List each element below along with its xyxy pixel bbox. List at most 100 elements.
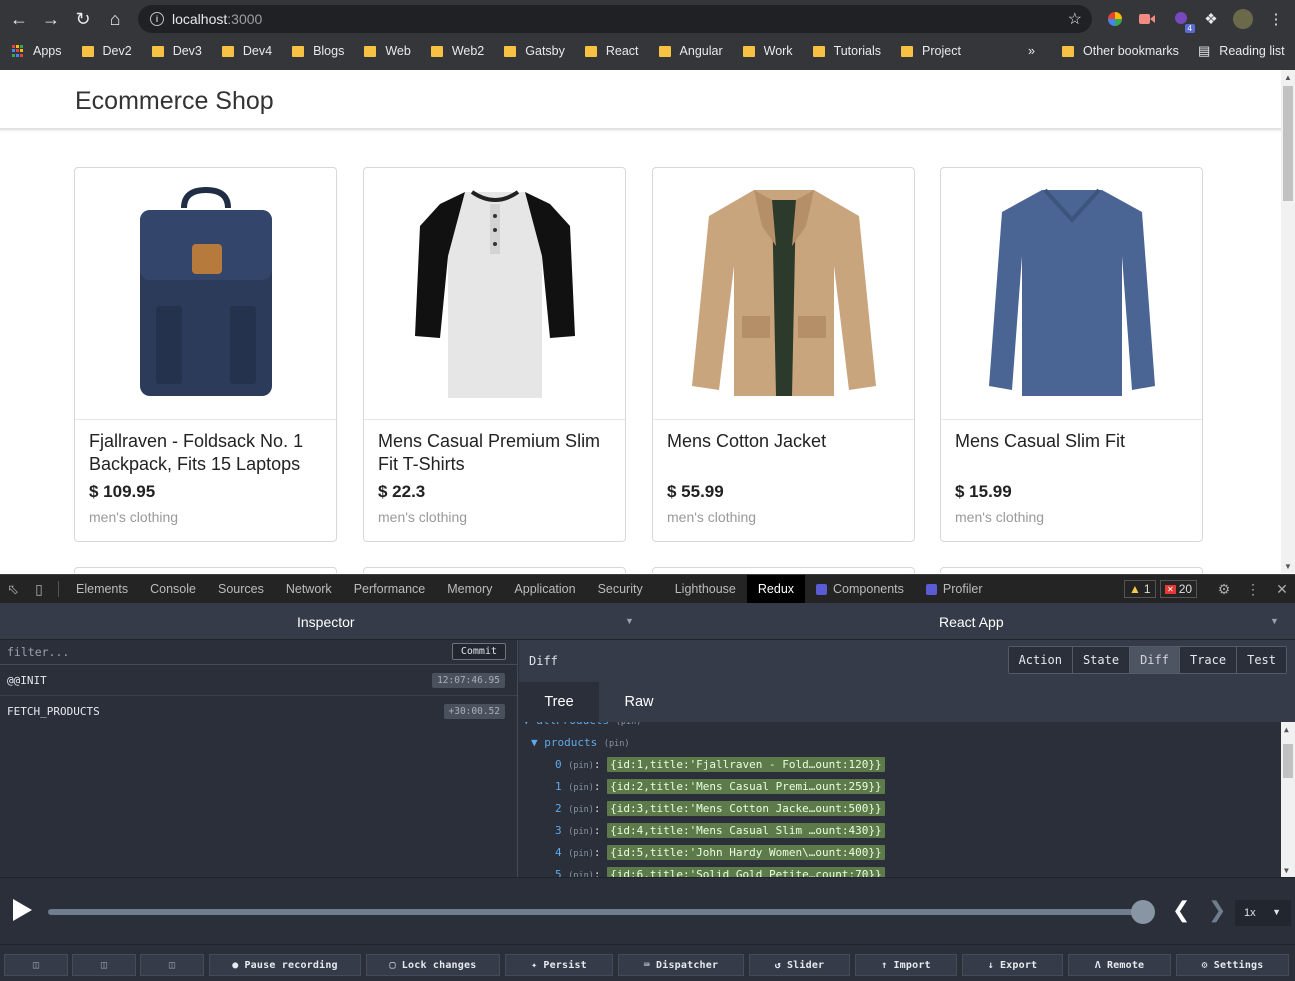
pause-recording-button[interactable]: ● Pause recording bbox=[209, 954, 361, 976]
redux-extension-icon[interactable]: 4 bbox=[1171, 9, 1195, 33]
tab-network[interactable]: Network bbox=[275, 575, 343, 604]
device-toolbar-icon[interactable]: ▯ bbox=[26, 575, 52, 604]
address-bar[interactable]: i localhost:3000 ☆ bbox=[138, 5, 1092, 33]
scrollbar-thumb[interactable] bbox=[1283, 86, 1293, 201]
tab-tree[interactable]: Tree bbox=[519, 682, 599, 722]
step-forward-icon[interactable]: ❯ bbox=[1208, 898, 1226, 923]
bookmark-folder[interactable]: Tutorials bbox=[812, 44, 881, 58]
video-extension-icon[interactable] bbox=[1137, 9, 1157, 29]
tree-node[interactable]: ▼ products (pin) bbox=[531, 736, 629, 749]
tab-components[interactable]: Components bbox=[805, 575, 915, 604]
tree-row[interactable]: 2 (pin): {id:3,title:'Mens Cotton Jacke…… bbox=[555, 801, 885, 816]
scrollbar-thumb[interactable] bbox=[1283, 744, 1293, 778]
inspector-select[interactable]: Inspector ▼ bbox=[0, 603, 640, 640]
product-card[interactable]: Mens Casual Slim Fit $ 15.99 men's cloth… bbox=[940, 167, 1203, 542]
product-card[interactable]: Mens Cotton Jacket $ 55.99 men's clothin… bbox=[652, 167, 915, 542]
reload-icon[interactable]: ↻ bbox=[67, 3, 99, 35]
product-card[interactable]: Mens Casual Premium Slim Fit T-Shirts $ … bbox=[363, 167, 626, 542]
scroll-up-icon[interactable]: ▲ bbox=[1284, 73, 1292, 82]
settings-button[interactable]: ⚙ Settings bbox=[1176, 954, 1289, 976]
tree-row[interactable]: 3 (pin): {id:4,title:'Mens Casual Slim …… bbox=[555, 823, 885, 838]
warnings-badge[interactable]: ▲ 1 bbox=[1124, 580, 1156, 598]
slider-button[interactable]: ↺ Slider bbox=[749, 954, 850, 976]
menu-kebab-icon[interactable]: ⋮ bbox=[1266, 9, 1286, 29]
page-scrollbar[interactable]: ▲ ▼ bbox=[1281, 70, 1295, 573]
bookmark-folder[interactable]: Web2 bbox=[430, 44, 484, 58]
kebab-menu-icon[interactable]: ⋮ bbox=[1240, 575, 1266, 604]
color-wheel-extension-icon[interactable] bbox=[1105, 9, 1125, 29]
slider-handle[interactable] bbox=[1131, 900, 1155, 924]
back-arrow-icon[interactable]: ← bbox=[3, 3, 35, 35]
info-icon[interactable]: i bbox=[150, 12, 164, 26]
product-card[interactable] bbox=[363, 567, 626, 573]
lock-changes-button[interactable]: ▢ Lock changes bbox=[366, 954, 500, 976]
tab-raw[interactable]: Raw bbox=[599, 682, 679, 722]
bookmark-folder[interactable]: Dev3 bbox=[151, 44, 202, 58]
bookmark-folder[interactable]: React bbox=[584, 44, 639, 58]
commit-button[interactable]: Commit bbox=[451, 643, 506, 660]
close-icon[interactable]: ✕ bbox=[1269, 575, 1295, 604]
timeline-slider[interactable] bbox=[48, 909, 1144, 915]
action-item[interactable]: FETCH_PRODUCTS +30:00.52 bbox=[0, 696, 517, 727]
product-card[interactable]: Fjallraven - Foldsack No. 1 Backpack, Fi… bbox=[74, 167, 337, 542]
tab-profiler[interactable]: Profiler bbox=[915, 575, 994, 604]
bookmarks-overflow-button[interactable]: » bbox=[1028, 44, 1035, 58]
bookmark-folder[interactable]: Dev2 bbox=[81, 44, 132, 58]
export-button[interactable]: ↓ Export bbox=[962, 954, 1063, 976]
errors-badge[interactable]: ✕ 20 bbox=[1160, 580, 1198, 598]
tab-test[interactable]: Test bbox=[1237, 647, 1286, 673]
tree-row[interactable]: 1 (pin): {id:2,title:'Mens Casual Premi…… bbox=[555, 779, 885, 794]
product-card[interactable] bbox=[652, 567, 915, 573]
speed-select[interactable]: 1x ▼ bbox=[1235, 900, 1291, 926]
import-button[interactable]: ↑ Import bbox=[855, 954, 957, 976]
other-bookmarks[interactable]: Other bookmarks bbox=[1062, 44, 1179, 58]
tab-action[interactable]: Action bbox=[1008, 647, 1073, 673]
tree-row[interactable]: 0 (pin): {id:1,title:'Fjallraven - Fold…… bbox=[555, 757, 885, 772]
action-item[interactable]: @@INIT 12:07:46.95 bbox=[0, 665, 517, 696]
gear-icon[interactable]: ⚙ bbox=[1211, 575, 1237, 604]
tree-row[interactable]: 4 (pin): {id:5,title:'John Hardy Women\…… bbox=[555, 845, 885, 860]
layout-right-button[interactable]: ◫ bbox=[140, 954, 204, 976]
product-card[interactable] bbox=[940, 567, 1203, 573]
tab-sources[interactable]: Sources bbox=[207, 575, 275, 604]
tab-elements[interactable]: Elements bbox=[65, 575, 139, 604]
tab-console[interactable]: Console bbox=[139, 575, 207, 604]
bookmark-apps[interactable]: Apps bbox=[12, 44, 62, 58]
layout-bottom-button[interactable]: ◫ bbox=[72, 954, 136, 976]
bookmark-folder[interactable]: Blogs bbox=[292, 44, 344, 58]
dispatcher-button[interactable]: ⌨ Dispatcher bbox=[618, 954, 744, 976]
tab-application[interactable]: Application bbox=[503, 575, 586, 604]
tab-lighthouse[interactable]: Lighthouse bbox=[664, 575, 747, 604]
bookmark-folder[interactable]: Gatsby bbox=[504, 44, 565, 58]
product-card[interactable] bbox=[74, 567, 337, 573]
bookmark-folder[interactable]: Web bbox=[364, 44, 411, 58]
tab-performance[interactable]: Performance bbox=[343, 575, 437, 604]
tree-node[interactable]: ▼ allProducts (pin) bbox=[523, 722, 641, 727]
play-icon[interactable] bbox=[13, 899, 32, 921]
filter-input[interactable]: filter... bbox=[7, 645, 69, 659]
forward-arrow-icon[interactable]: → bbox=[35, 3, 67, 35]
tree-scrollbar[interactable]: ▲ ▼ bbox=[1281, 722, 1295, 877]
product-title[interactable]: Fjallraven - Foldsack No. 1 Backpack, Fi… bbox=[89, 430, 325, 476]
scroll-up-icon[interactable]: ▲ bbox=[1284, 725, 1289, 734]
puzzle-extensions-icon[interactable]: ❖ bbox=[1201, 9, 1221, 29]
tab-security[interactable]: Security bbox=[587, 575, 654, 604]
bookmark-folder[interactable]: Project bbox=[901, 44, 961, 58]
step-back-icon[interactable]: ❮ bbox=[1172, 898, 1190, 923]
avatar[interactable] bbox=[1233, 9, 1253, 29]
bookmark-folder[interactable]: Dev4 bbox=[221, 44, 272, 58]
product-title[interactable]: Mens Casual Slim Fit bbox=[955, 430, 1191, 453]
tab-memory[interactable]: Memory bbox=[436, 575, 503, 604]
inspect-element-icon[interactable]: ⬁ bbox=[0, 575, 26, 604]
bookmark-star-icon[interactable]: ☆ bbox=[1068, 9, 1082, 29]
product-title[interactable]: Mens Cotton Jacket bbox=[667, 430, 903, 453]
reading-list[interactable]: ▤ Reading list bbox=[1198, 43, 1285, 59]
scroll-down-icon[interactable]: ▼ bbox=[1284, 866, 1289, 875]
bookmark-folder[interactable]: Work bbox=[742, 44, 793, 58]
layout-left-button[interactable]: ◫ bbox=[4, 954, 68, 976]
tab-diff[interactable]: Diff bbox=[1130, 647, 1180, 673]
tab-state[interactable]: State bbox=[1072, 647, 1131, 673]
tree-row[interactable]: 5 (pin): {id:6,title:'Solid Gold Petite…… bbox=[555, 867, 885, 877]
bookmark-folder[interactable]: Angular bbox=[658, 44, 723, 58]
home-icon[interactable]: ⌂ bbox=[99, 3, 131, 35]
